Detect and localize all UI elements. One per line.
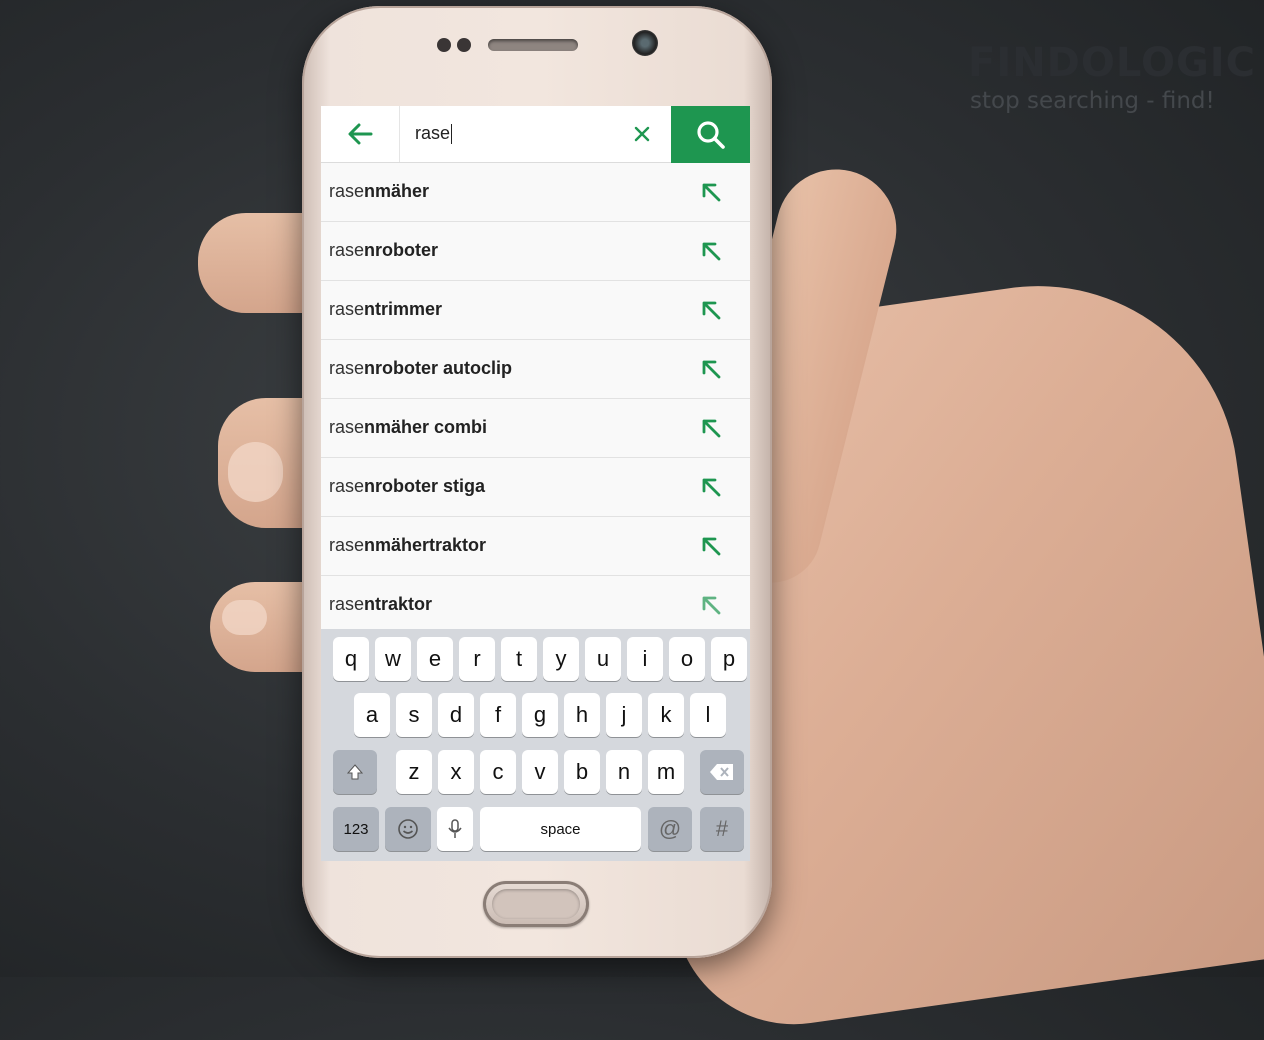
suggestion-prefix: rase — [329, 476, 365, 496]
clear-button[interactable] — [627, 119, 657, 149]
emoji-icon — [398, 819, 418, 839]
fingernail — [228, 442, 283, 502]
suggestion-prefix: rase — [329, 594, 365, 614]
key-p[interactable]: p — [711, 637, 747, 681]
brand-tagline: stop searching - find! — [970, 88, 1215, 114]
sensor-icon — [437, 38, 451, 52]
fingernail — [222, 600, 267, 635]
space-key[interactable]: space — [480, 807, 641, 851]
suggestion-completion: nroboter stiga — [364, 476, 486, 496]
search-query-text: rase — [415, 123, 451, 143]
numbers-key[interactable]: 123 — [333, 807, 379, 851]
brand-logo: FINDOLOGIC — [968, 40, 1257, 86]
search-bar: rase — [321, 106, 750, 163]
key-i[interactable]: i — [627, 637, 663, 681]
shift-key[interactable] — [333, 750, 377, 794]
key-j[interactable]: j — [606, 693, 642, 737]
backspace-key[interactable] — [700, 750, 744, 794]
key-n[interactable]: n — [606, 750, 642, 794]
home-button-inner — [492, 889, 580, 919]
phone-screen: rase rasenmäher rasenroboter rasentrimme… — [321, 106, 750, 861]
suggestion-item[interactable]: rasentrimmer — [321, 281, 750, 340]
suggestion-prefix: rase — [329, 181, 365, 201]
key-y[interactable]: y — [543, 637, 579, 681]
hash-key[interactable]: # — [700, 807, 744, 851]
search-input[interactable]: rase — [415, 120, 453, 146]
suggestion-prefix: rase — [329, 240, 365, 260]
sensor-icon — [457, 38, 471, 52]
search-button[interactable] — [671, 106, 750, 163]
key-q[interactable]: q — [333, 637, 369, 681]
arrow-up-left-icon[interactable] — [699, 298, 723, 322]
arrow-up-left-icon[interactable] — [699, 180, 723, 204]
suggestion-prefix: rase — [329, 535, 365, 555]
suggestion-item[interactable]: rasenmäher — [321, 163, 750, 222]
key-u[interactable]: u — [585, 637, 621, 681]
arrow-up-left-icon[interactable] — [699, 534, 723, 558]
earpiece-speaker — [488, 39, 578, 51]
suggestion-item[interactable]: rasentraktor — [321, 576, 750, 634]
key-d[interactable]: d — [438, 693, 474, 737]
arrow-up-left-icon[interactable] — [699, 593, 723, 617]
dictation-key[interactable] — [437, 807, 473, 851]
key-c[interactable]: c — [480, 750, 516, 794]
suggestion-item[interactable]: rasenroboter — [321, 222, 750, 281]
suggestion-list: rasenmäher rasenroboter rasentrimmer ras… — [321, 163, 750, 634]
key-t[interactable]: t — [501, 637, 537, 681]
arrow-up-left-icon[interactable] — [699, 357, 723, 381]
shift-icon — [346, 764, 364, 780]
key-a[interactable]: a — [354, 693, 390, 737]
key-o[interactable]: o — [669, 637, 705, 681]
key-z[interactable]: z — [396, 750, 432, 794]
search-icon — [696, 120, 725, 149]
emoji-key[interactable] — [385, 807, 431, 851]
suggestion-item[interactable]: rasenmäher combi — [321, 399, 750, 458]
key-r[interactable]: r — [459, 637, 495, 681]
suggestion-completion: nmähertraktor — [364, 535, 487, 555]
suggestion-completion: nroboter autoclip — [364, 358, 513, 378]
key-v[interactable]: v — [522, 750, 558, 794]
suggestion-item[interactable]: rasenmähertraktor — [321, 517, 750, 576]
key-h[interactable]: h — [564, 693, 600, 737]
close-icon — [634, 126, 650, 142]
key-f[interactable]: f — [480, 693, 516, 737]
onscreen-keyboard: q w e r t y u i o p a s d f g h j k l z … — [321, 629, 750, 861]
key-e[interactable]: e — [417, 637, 453, 681]
suggestion-completion: nmäher combi — [364, 417, 488, 437]
key-x[interactable]: x — [438, 750, 474, 794]
suggestion-item[interactable]: rasenroboter autoclip — [321, 340, 750, 399]
suggestion-completion: ntrimmer — [364, 299, 443, 319]
key-g[interactable]: g — [522, 693, 558, 737]
suggestion-completion: ntraktor — [364, 594, 433, 614]
suggestion-prefix: rase — [329, 358, 365, 378]
at-key[interactable]: @ — [648, 807, 692, 851]
key-w[interactable]: w — [375, 637, 411, 681]
back-button[interactable] — [321, 106, 400, 162]
key-l[interactable]: l — [690, 693, 726, 737]
suggestion-prefix: rase — [329, 417, 365, 437]
microphone-icon — [448, 819, 462, 838]
arrow-up-left-icon[interactable] — [699, 416, 723, 440]
arrow-up-left-icon[interactable] — [699, 475, 723, 499]
key-s[interactable]: s — [396, 693, 432, 737]
arrow-up-left-icon[interactable] — [699, 239, 723, 263]
suggestion-completion: nroboter — [364, 240, 439, 260]
text-caret — [451, 124, 453, 145]
key-b[interactable]: b — [564, 750, 600, 794]
suggestion-item[interactable]: rasenroboter stiga — [321, 458, 750, 517]
key-m[interactable]: m — [648, 750, 684, 794]
suggestion-completion: nmäher — [364, 181, 430, 201]
key-k[interactable]: k — [648, 693, 684, 737]
suggestion-prefix: rase — [329, 299, 365, 319]
front-camera — [632, 30, 658, 56]
backspace-icon — [710, 764, 733, 780]
arrow-left-icon — [348, 123, 373, 145]
